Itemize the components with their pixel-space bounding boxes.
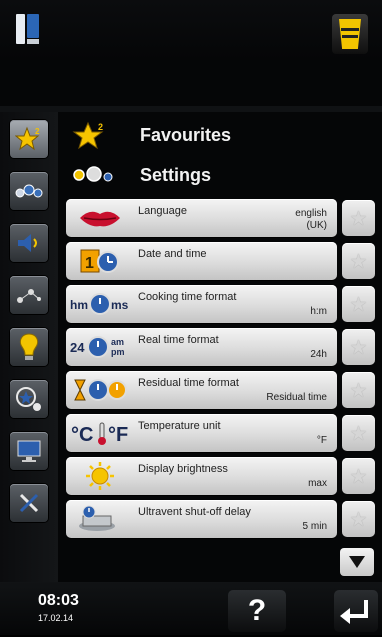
svg-text:hm: hm <box>70 298 88 312</box>
star-icon: ★ <box>349 207 368 230</box>
row-temperature-unit[interactable]: °C °F Temperature unit °F <box>66 414 337 452</box>
star-icon: ★ <box>349 293 368 316</box>
favourite-star-button[interactable]: ★ <box>342 243 375 279</box>
star-icon: ★ <box>349 250 368 273</box>
row-label: Residual time format <box>138 377 239 389</box>
clock-time: 08:03 <box>38 592 79 609</box>
arrow-down-icon <box>349 556 365 568</box>
row-ultravent-delay[interactable]: Ultravent shut-off delay 5 min <box>66 500 337 538</box>
sidebar-item-monitor[interactable] <box>10 432 48 470</box>
svg-text:2: 2 <box>35 127 40 136</box>
sidebar-item-sound[interactable] <box>10 224 48 262</box>
favourite-star-button[interactable]: ★ <box>342 200 375 236</box>
svg-text:pm: pm <box>111 347 125 357</box>
sidebar-item-favourites[interactable]: 2 <box>10 120 48 158</box>
row-label: Display brightness <box>138 463 228 475</box>
back-button[interactable] <box>334 590 378 632</box>
row-value: 5 min <box>302 521 327 532</box>
hourglass-clock-icon <box>70 374 130 406</box>
star-icon: ★ <box>349 422 368 445</box>
favourites-star-icon: 2 <box>72 119 124 151</box>
settings-dots-icon <box>72 159 124 191</box>
row-value: english (UK) <box>295 208 327 231</box>
favourite-star-button[interactable]: ★ <box>342 286 375 322</box>
favourites-section[interactable]: 2 Favourites <box>72 118 231 152</box>
help-button[interactable]: ? <box>228 590 286 632</box>
sidebar-item-info[interactable] <box>10 328 48 366</box>
sidebar-item-settings[interactable] <box>10 172 48 210</box>
star-icon: ★ <box>349 336 368 359</box>
celsius-fahrenheit-icon: °C °F <box>70 417 130 449</box>
svg-text:2: 2 <box>98 122 103 132</box>
clock-date: 17.02.14 <box>38 613 74 623</box>
sidebar: 2 <box>0 112 58 582</box>
star-icon: ★ <box>349 379 368 402</box>
svg-text:am: am <box>111 337 124 347</box>
settings-section[interactable]: Settings <box>72 158 211 192</box>
screen: 2 2 Favourites Settings Language english… <box>0 0 382 635</box>
tools-icon <box>10 484 48 522</box>
row-cooking-time-format[interactable]: hm ms Cooking time format h:m <box>66 285 337 323</box>
favourite-star-button[interactable]: ★ <box>342 329 375 365</box>
top-bar <box>0 0 382 60</box>
sun-icon <box>70 460 130 492</box>
row-value: °F <box>316 435 327 446</box>
svg-text:°C: °C <box>71 424 93 446</box>
network-icon <box>10 276 48 314</box>
settings-title: Settings <box>140 164 212 185</box>
scroll-down-button[interactable] <box>340 548 374 576</box>
ultravent-icon <box>70 503 130 535</box>
sidebar-item-star-search[interactable] <box>10 380 48 418</box>
row-label: Ultravent shut-off delay <box>138 506 251 518</box>
favourite-star-button[interactable]: ★ <box>342 415 375 451</box>
sidebar-item-tools[interactable] <box>10 484 48 522</box>
svg-text:ms: ms <box>111 298 129 312</box>
row-date-time[interactable]: 1 Date and time <box>66 242 337 280</box>
row-value: max <box>308 478 327 489</box>
star-icon: ★ <box>349 465 368 488</box>
row-label: Date and time <box>138 248 207 260</box>
star-search-icon <box>10 380 48 418</box>
monitor-icon <box>10 432 48 470</box>
cup-icon <box>339 19 361 49</box>
sidebar-item-network[interactable] <box>10 276 48 314</box>
return-arrow-icon <box>340 600 368 624</box>
cleaning-button[interactable] <box>332 14 368 54</box>
24-am-pm-clock-icon: 24 am pm <box>70 331 130 363</box>
hm-ms-clock-icon: hm ms <box>70 288 130 320</box>
row-label: Language <box>138 205 187 217</box>
favourites-title: Favourites <box>140 124 232 145</box>
settings-dots-icon <box>10 172 48 210</box>
speaker-icon <box>10 224 48 262</box>
favourite-star-button[interactable]: ★ <box>342 501 375 537</box>
info-bulb-icon <box>10 328 48 366</box>
calendar-clock-icon: 1 <box>70 245 130 277</box>
row-label: Cooking time format <box>138 291 237 303</box>
svg-text:24: 24 <box>70 340 85 355</box>
row-language[interactable]: Language english (UK) <box>66 199 337 237</box>
row-value: 24h <box>310 349 327 360</box>
star-icon: ★ <box>349 508 368 531</box>
row-label: Temperature unit <box>138 420 221 432</box>
favourite-star-button[interactable]: ★ <box>342 372 375 408</box>
row-value: h:m <box>310 306 327 317</box>
favourite-star-button[interactable]: ★ <box>342 458 375 494</box>
favourites-star-icon: 2 <box>10 120 48 158</box>
svg-text:1: 1 <box>85 255 94 272</box>
row-label: Real time format <box>138 334 219 346</box>
oven-logo-icon <box>16 14 42 44</box>
row-real-time-format[interactable]: 24 am pm Real time format 24h <box>66 328 337 366</box>
row-value: Residual time <box>266 392 327 403</box>
lips-icon <box>70 202 130 234</box>
row-display-brightness[interactable]: Display brightness max <box>66 457 337 495</box>
row-residual-time-format[interactable]: Residual time format Residual time <box>66 371 337 409</box>
svg-text:°F: °F <box>108 424 128 446</box>
